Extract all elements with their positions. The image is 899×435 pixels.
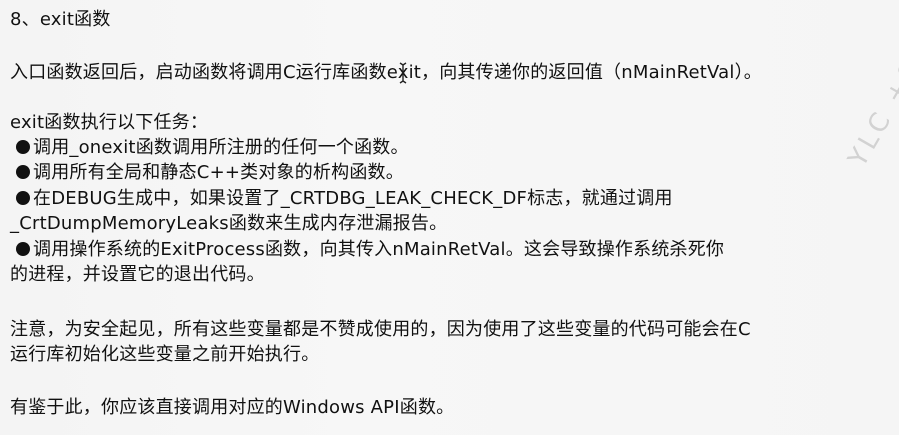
watermark-text: YLC +86 [843,36,899,172]
conclusion-paragraph: 有鉴于此，你应该直接调用对应的Windows API函数。 [10,397,455,418]
task-item: 调用操作系统的ExitProcess函数，向其传入nMainRetVal。这会导… [16,239,724,261]
task-item: 调用所有全局和静态C++类对象的析构函数。 [16,162,404,184]
bullet-icon [16,191,30,205]
task-item-continuation: 的进程，并设置它的退出代码。 [10,264,265,285]
section-heading: 8、exit函数 [10,9,111,30]
task-text: 调用所有全局和静态C++类对象的析构函数。 [33,162,404,183]
document-page: 8、exit函数 入口函数返回后，启动函数将调用C运行库函数exit，向其传递你… [0,0,899,435]
task-text: 调用操作系统的ExitProcess函数，向其传入nMainRetVal。这会导… [33,239,725,260]
note-paragraph-line2: 运行库初始化这些变量之前开始执行。 [10,344,320,365]
bullet-icon [16,140,30,154]
tasks-title: exit函数执行以下任务： [10,112,209,133]
bullet-icon [16,165,30,179]
intro-paragraph: 入口函数返回后，启动函数将调用C运行库函数exit，向其传递你的返回值（nMai… [10,62,762,83]
task-item: 在DEBUG生成中，如果设置了_CRTDBG_LEAK_CHECK_DF标志，就… [16,188,673,210]
task-item-continuation: _CrtDumpMemoryLeaks函数来生成内存泄漏报告。 [10,213,448,234]
task-item: 调用_onexit函数调用所注册的任何一个函数。 [16,137,409,159]
text-cursor-icon [399,62,407,84]
task-text: 在DEBUG生成中，如果设置了_CRTDBG_LEAK_CHECK_DF标志，就… [33,188,673,209]
task-text: 调用_onexit函数调用所注册的任何一个函数。 [33,137,409,158]
note-paragraph-line1: 注意，为安全起见，所有这些变量都是不赞成使用的，因为使用了这些变量的代码可能会在… [10,319,751,340]
bullet-icon [16,242,30,256]
